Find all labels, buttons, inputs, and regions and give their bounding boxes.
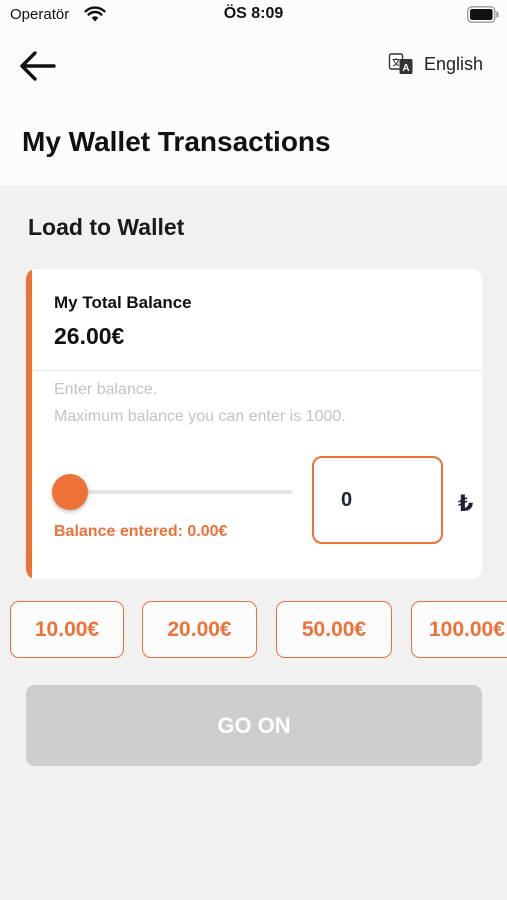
currency-symbol: ₺ bbox=[458, 491, 474, 516]
svg-text:A: A bbox=[402, 63, 409, 74]
back-arrow-icon bbox=[20, 51, 56, 81]
battery-icon bbox=[467, 6, 499, 23]
balance-slider[interactable] bbox=[52, 474, 292, 510]
max-balance-hint: Maximum balance you can enter is 1000. bbox=[54, 408, 346, 425]
card-accent-bar bbox=[26, 269, 32, 579]
divider bbox=[32, 370, 482, 371]
total-balance-value: 26.00€ bbox=[54, 323, 125, 349]
total-balance-label: My Total Balance bbox=[54, 293, 192, 312]
balance-card: My Total Balance 26.00€ Enter balance. M… bbox=[26, 269, 482, 579]
status-bar: Operatör ÖS 8:09 bbox=[0, 0, 507, 30]
header: A English My Wallet Transactions bbox=[0, 30, 507, 185]
go-on-button[interactable]: GO ON bbox=[26, 685, 482, 766]
amount-input[interactable] bbox=[312, 456, 443, 544]
slider-track bbox=[52, 490, 292, 494]
quick-amount-button[interactable]: 10.00€ bbox=[10, 601, 124, 658]
language-selector[interactable]: A English bbox=[388, 50, 483, 78]
enter-balance-hint: Enter balance. bbox=[54, 381, 158, 398]
clock-label: ÖS 8:09 bbox=[223, 5, 284, 22]
language-label: English bbox=[424, 53, 484, 74]
balance-entered-text: Balance entered: 0.00€ bbox=[54, 523, 228, 540]
back-button[interactable] bbox=[16, 48, 60, 84]
section-title: Load to Wallet bbox=[28, 214, 185, 240]
quick-amount-button[interactable]: 20.00€ bbox=[142, 601, 257, 658]
quick-amount-button[interactable]: 100.00€ bbox=[411, 601, 507, 658]
slider-thumb[interactable] bbox=[52, 474, 88, 510]
page-title: My Wallet Transactions bbox=[22, 126, 331, 157]
translate-icon: A bbox=[388, 53, 413, 74]
quick-amount-button[interactable]: 50.00€ bbox=[276, 601, 392, 658]
